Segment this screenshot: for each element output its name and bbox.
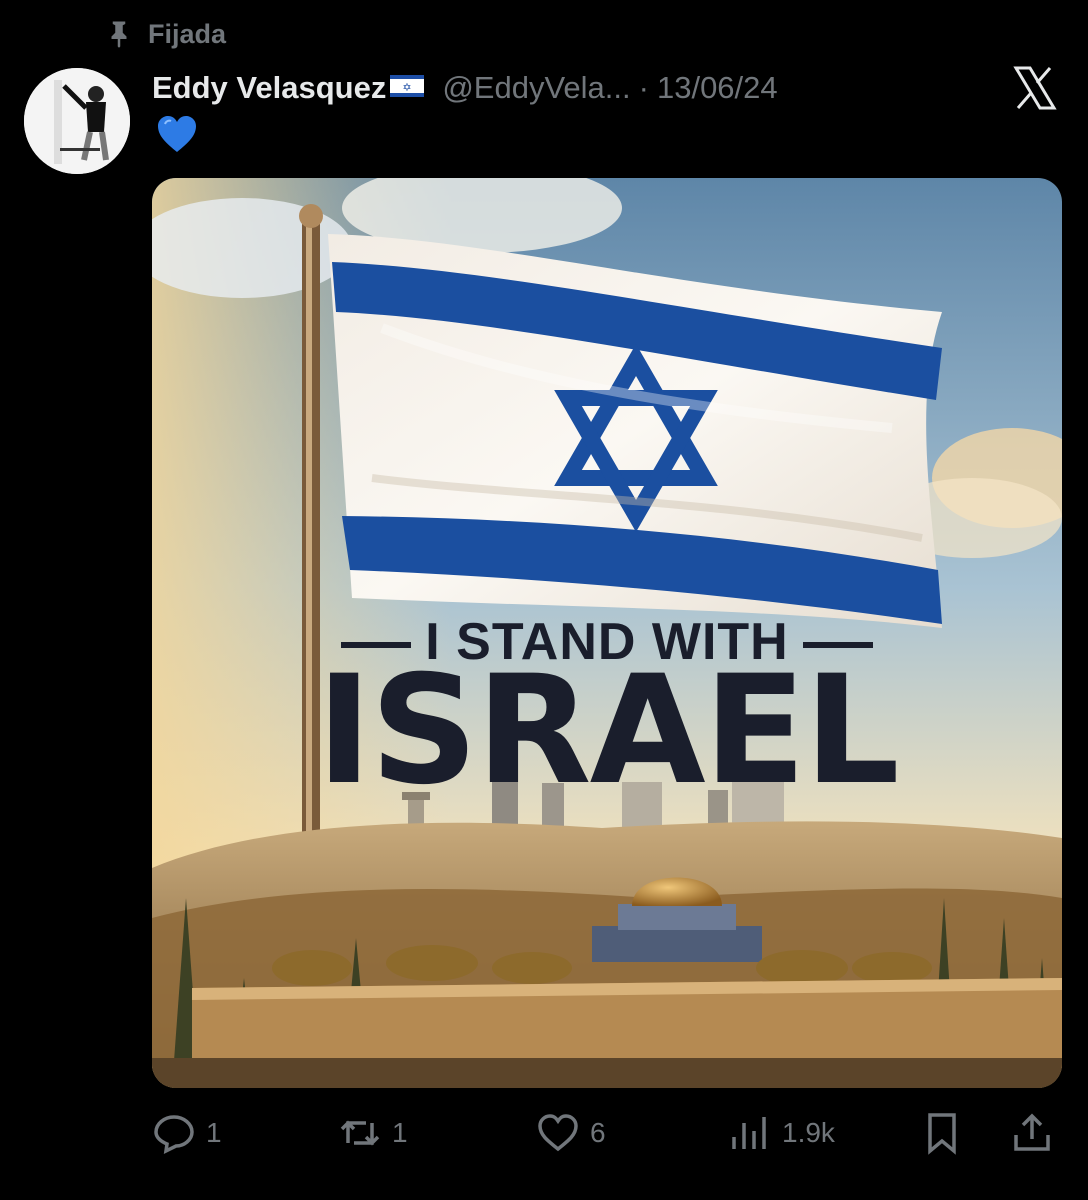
author-name[interactable]: Eddy Velasquez	[152, 70, 386, 106]
share-button[interactable]	[1010, 1111, 1054, 1155]
separator-dot: ·	[638, 70, 649, 105]
views-button[interactable]: 1.9k	[728, 1111, 835, 1155]
like-heart-icon	[538, 1114, 578, 1152]
like-count: 6	[590, 1117, 606, 1148]
reply-count: 1	[206, 1117, 222, 1148]
views-count: 1.9k	[782, 1117, 835, 1148]
like-button[interactable]: 6	[536, 1111, 606, 1155]
reply-button[interactable]: 1	[152, 1111, 222, 1155]
pinned-label: Fijada	[148, 18, 227, 49]
israel-flag-icon: ✡	[390, 75, 425, 97]
avatar[interactable]	[24, 68, 130, 174]
repost-count: 1	[392, 1117, 408, 1148]
x-logo-icon[interactable]	[1010, 64, 1058, 112]
views-chart-icon	[732, 1117, 766, 1149]
share-icon	[1014, 1113, 1050, 1151]
poster-text-line2: ISRAEL	[316, 644, 899, 818]
pin-icon	[111, 21, 127, 48]
tweet-media-image[interactable]: I STAND WITH ISRAEL	[152, 178, 1062, 1088]
tweet-date[interactable]: 13/06/24	[657, 70, 778, 106]
bookmark-icon	[928, 1113, 956, 1155]
pinned-indicator: Fijada	[104, 18, 226, 50]
reply-icon	[154, 1115, 194, 1155]
repost-icon	[340, 1120, 380, 1146]
tweet-header: Eddy Velasquez ✡ @EddyVela... · 13/06/24	[152, 68, 1058, 108]
blue-heart-emoji	[158, 116, 196, 152]
tweet-action-bar: 1 1 6 1.9k	[152, 1110, 1058, 1156]
bookmark-button[interactable]	[920, 1111, 964, 1155]
repost-button[interactable]: 1	[338, 1111, 408, 1155]
avatar-image	[24, 68, 130, 174]
author-handle[interactable]: @EddyVela...	[442, 70, 630, 106]
